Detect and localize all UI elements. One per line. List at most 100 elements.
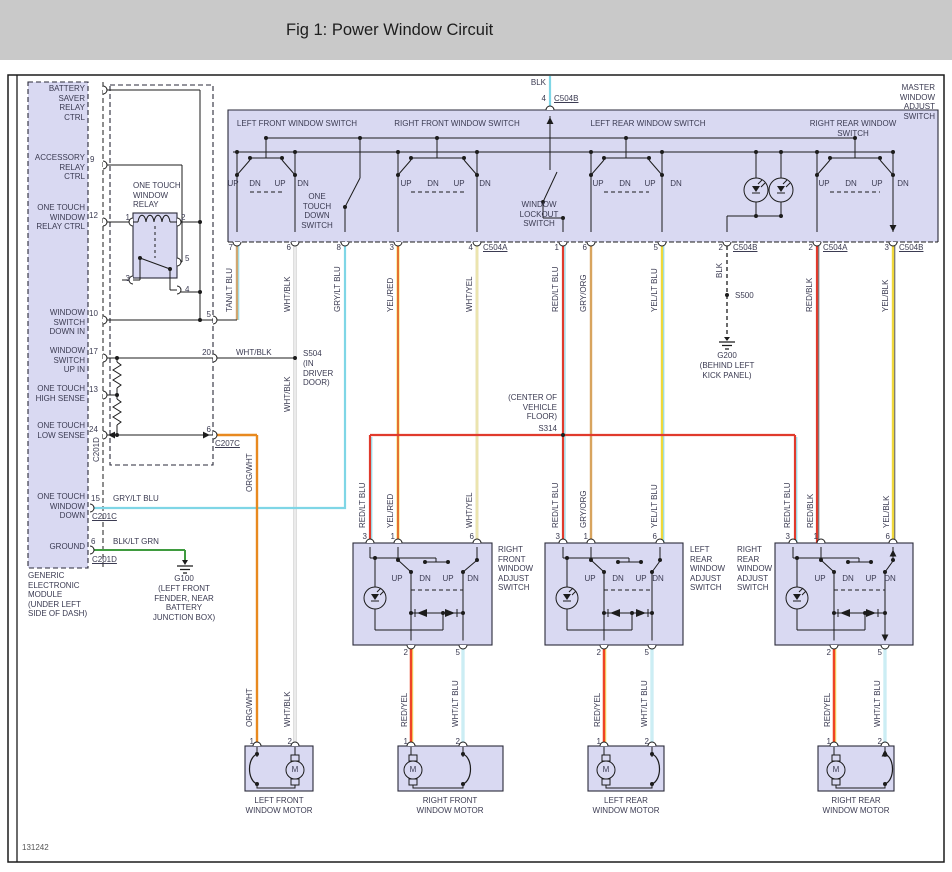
updn: UP <box>592 179 603 189</box>
updn: DN <box>652 574 664 584</box>
mpin-7: 7 <box>229 243 233 253</box>
wirelbl-redyel-rf: RED/YEL <box>400 693 410 727</box>
wirelbl-whtltblu-lr: WHT/LT BLU <box>640 680 650 727</box>
splice-s500: S500 <box>735 291 754 301</box>
updn: DN <box>427 179 439 189</box>
connector-c504b-top: C504B <box>554 94 578 104</box>
connector-c504a2: C504A <box>823 243 847 253</box>
wirelbl-redblk: RED/BLK <box>805 278 815 312</box>
wirelbl-whtblk: WHT/BLK <box>283 276 293 312</box>
splice-s504: S504 <box>303 349 322 359</box>
gem-pin-wswup-num: 17 <box>89 347 98 357</box>
wirelbl-yelblk: YEL/BLK <box>881 280 891 312</box>
gem-pin-wswup-label: WINDOW SWITCH UP IN <box>50 346 85 375</box>
mpin-2b: 2 <box>809 243 813 253</box>
updn: UP <box>644 179 655 189</box>
ground-g200: G200 <box>717 351 737 361</box>
mpin-5: 5 <box>654 243 658 253</box>
motor-rr-pin1: 1 <box>827 737 831 747</box>
motor-rf-name: RIGHT FRONT WINDOW MOTOR <box>417 796 484 815</box>
wiring-diagram-page: Fig 1: Power Window Circuit <box>0 0 952 872</box>
gem-pin-othigh-label: ONE TOUCH HIGH SENSE <box>36 384 85 403</box>
wirelbl-whtltblu-rf: WHT/LT BLU <box>451 680 461 727</box>
section-right-front: RIGHT FRONT WINDOW SWITCH <box>394 119 519 129</box>
swlr-pin3: 3 <box>556 532 560 542</box>
mpin-3b: 3 <box>885 243 889 253</box>
wirelbl-redltblu-rr: RED/LT BLU <box>783 483 793 529</box>
connector-c504b2: C504B <box>899 243 923 253</box>
swlr-pinb2: 2 <box>597 648 601 658</box>
gem-caption: GENERIC ELECTRONIC MODULE (UNDER LEFT SI… <box>28 571 87 619</box>
swlr-pin1: 1 <box>584 532 588 542</box>
wirelbl-orgwht: ORG/WHT <box>245 453 255 492</box>
updn: UP <box>453 179 464 189</box>
motor-symbol: M <box>410 765 417 775</box>
updn: UP <box>391 574 402 584</box>
motor-lf-name: LEFT FRONT WINDOW MOTOR <box>246 796 313 815</box>
swrr-name: RIGHT REAR WINDOW ADJUST SWITCH <box>737 545 772 593</box>
updn: UP <box>227 179 238 189</box>
relay-pin1: 1 <box>126 213 130 223</box>
swrr-pin3: 3 <box>786 532 790 542</box>
door-pin5: 5 <box>207 310 211 320</box>
mpin-8: 8 <box>337 243 341 253</box>
wirelbl-yelblk-rr: YEL/BLK <box>882 496 892 528</box>
wirelbl-gryorg: GRY/ORG <box>579 274 589 312</box>
updn: DN <box>842 574 854 584</box>
motor-lf-pin1: 1 <box>250 737 254 747</box>
swrf-pinb5: 5 <box>456 648 460 658</box>
gem-pin-otlow-num: 24 <box>89 425 98 435</box>
swrf-pin6: 6 <box>470 532 474 542</box>
doc-number: 131242 <box>22 843 49 853</box>
wirelbl-yelltblu-lr: YEL/LT BLU <box>650 484 660 528</box>
wirelbl-orgwht-lf: ORG/WHT <box>245 688 255 727</box>
window-lockout-switch-label: WINDOW LOCKOUT SWITCH <box>520 200 559 229</box>
mpin-6a: 6 <box>287 243 291 253</box>
swrf-pin3: 3 <box>363 532 367 542</box>
updn: DN <box>619 179 631 189</box>
door-pin6: 6 <box>207 425 211 435</box>
mpin-6b: 6 <box>583 243 587 253</box>
master-switch-name: MASTER WINDOW ADJUST SWITCH <box>900 83 935 121</box>
motor-rf-pin2: 2 <box>456 737 460 747</box>
updn: UP <box>818 179 829 189</box>
swrr-pin1: 1 <box>814 532 818 542</box>
motor-symbol: M <box>292 765 299 775</box>
wirelbl-redyel-lr: RED/YEL <box>593 693 603 727</box>
motor-rr-name: RIGHT REAR WINDOW MOTOR <box>823 796 890 815</box>
ground-g200-note: (BEHIND LEFT KICK PANEL) <box>700 361 755 380</box>
motor-symbol: M <box>833 765 840 775</box>
updn: DN <box>479 179 491 189</box>
wire-label-blk-ltgrn: BLK/LT GRN <box>113 537 159 547</box>
door-pin20: 20 <box>202 348 211 358</box>
wire-label-wht-blk-h: WHT/BLK <box>236 348 272 358</box>
swrf-pin1: 1 <box>391 532 395 542</box>
updn: DN <box>419 574 431 584</box>
connector-c201d: C201D <box>92 555 117 565</box>
wirelbl-gryorg-lr: GRY/ORG <box>579 490 589 528</box>
motor-rr-pin2: 2 <box>878 737 882 747</box>
connector-c207c: C207C <box>215 439 240 449</box>
wire-label-blk-top: BLK <box>531 78 546 88</box>
updn: DN <box>670 179 682 189</box>
updn: DN <box>297 179 309 189</box>
swrr-pin6: 6 <box>886 532 890 542</box>
updn: DN <box>845 179 857 189</box>
motor-lf-pin2: 2 <box>288 737 292 747</box>
updn: DN <box>467 574 479 584</box>
one-touch-down-switch-label: ONE TOUCH DOWN SWITCH <box>301 192 333 230</box>
swlr-pinb5: 5 <box>645 648 649 658</box>
wirelbl-tan: TAN/LT BLU <box>225 268 235 312</box>
wirelbl-redltblu: RED/LT BLU <box>551 267 561 313</box>
gem-pin-battery-label: BATTERY SAVER RELAY CTRL <box>49 84 85 122</box>
mpin-1: 1 <box>555 243 559 253</box>
updn: DN <box>249 179 261 189</box>
updn: UP <box>442 574 453 584</box>
updn: UP <box>865 574 876 584</box>
relay-pin2: 2 <box>181 213 185 223</box>
gem-pin-otlow-label: ONE TOUCH LOW SENSE <box>37 421 85 440</box>
updn: UP <box>584 574 595 584</box>
wirelbl-redltblu-lr: RED/LT BLU <box>551 483 561 529</box>
section-right-rear: RIGHT REAR WINDOW SWITCH <box>804 119 903 138</box>
wirelbl-yelred: YEL/RED <box>386 278 396 312</box>
